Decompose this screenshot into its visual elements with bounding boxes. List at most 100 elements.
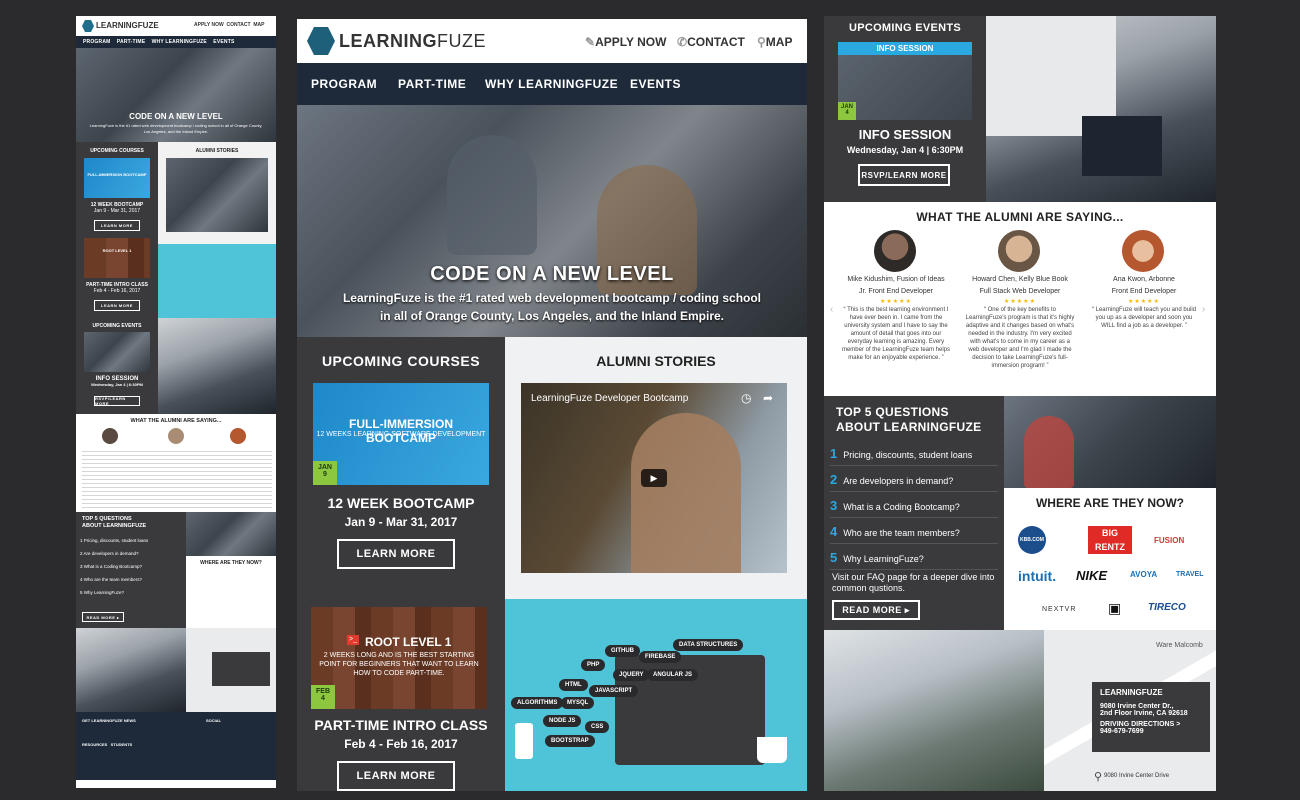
rsvp-button[interactable]: RSVP/LEARN MORE — [858, 164, 950, 186]
video-title: LearningFuze Developer Bootcamp — [531, 393, 689, 404]
logo-tireco: TIRECO — [1148, 602, 1186, 613]
faq-item-5[interactable]: 5 Why LearningFuze? — [830, 546, 998, 570]
alumni-stories-heading: ALUMNI STORIES — [596, 353, 716, 369]
course1-card[interactable]: FULL-IMMERSION BOOTCAMP 12 WEEKS LEARNIN… — [313, 383, 489, 485]
thumb-brand: LEARNINGFUZE — [96, 21, 159, 30]
logo-travel: TRAVEL — [1176, 571, 1204, 578]
thumb-rsvp[interactable]: RSVP/LEARN MORE — [94, 396, 140, 406]
testimonial-1-name: Mike Kidushim, Fusion of Ideas — [847, 276, 945, 283]
event-card[interactable]: INFO SESSION JAN 4 — [838, 42, 972, 120]
nav-why[interactable]: WHY LEARNINGFUZE — [485, 77, 618, 91]
faq-item-2[interactable]: 2 Are developers in demand? — [830, 468, 998, 492]
thumb-course2-title: PART-TIME INTRO CLASS Feb 4 - Feb 16, 201… — [86, 282, 148, 294]
bubble-jquery: JQUERY — [613, 669, 650, 681]
brand-name[interactable]: LEARNINGFUZE — [339, 31, 486, 52]
thumb-footer: GET LEARNINGFUZE NEWS SOCIAL RESOURCES S… — [76, 712, 276, 780]
bubble-github: GITHUB — [605, 645, 640, 657]
site-header: LEARNINGFUZE ✎APPLY NOW ✆CONTACT ⚲MAP — [297, 19, 807, 63]
logo-square: ▣ — [1108, 600, 1122, 616]
thumb-hero: CODE ON A NEW LEVEL LearningFuze is the … — [76, 48, 276, 142]
faq-item-4[interactable]: 4 Who are the team members? — [830, 520, 998, 544]
bubble-css: CSS — [585, 721, 610, 733]
hero-banner: CODE ON A NEW LEVEL LearningFuze is the … — [297, 105, 807, 337]
terminal-icon: >_ — [347, 635, 359, 645]
avatar-3 — [1122, 230, 1164, 272]
course2-title: PART-TIME INTRO CLASS — [314, 717, 488, 733]
share-icon[interactable]: ➦ — [763, 391, 773, 405]
play-button[interactable]: ▶ — [641, 469, 667, 487]
thumb-courses-heading: UPCOMING COURSES — [90, 148, 144, 154]
logo-kbb: KBB.COM — [1018, 526, 1046, 554]
thumb-header: LEARNINGFUZE APPLY NOW CONTACT MAP — [76, 16, 276, 36]
course2-card[interactable]: >_ ROOT LEVEL 1 2 WEEKS LONG AND IS THE … — [311, 607, 487, 709]
nav-part-time[interactable]: PART-TIME — [398, 77, 466, 91]
testimonial-1-role: Jr. Front End Developer — [859, 288, 933, 295]
testimonial-2-name: Howard Chen, Kelly Blue Book — [972, 276, 1068, 283]
location-phone[interactable]: 949-679-7699 — [1100, 728, 1202, 735]
thumb-where-heading: WHERE ARE THEY NOW? — [200, 560, 262, 566]
testimonial-3-role: Front End Developer — [1111, 288, 1177, 295]
faq-num-3: 3 — [830, 498, 838, 513]
course1-date-badge: JAN 9 — [313, 461, 337, 485]
building-photo — [824, 630, 1044, 791]
thumb-alumni-heading: ALUMNI STORIES — [195, 148, 239, 154]
logo-nextvr: NEXTVR — [1042, 606, 1077, 613]
bubble-firebase: FIREBASE — [639, 651, 682, 663]
nav-program[interactable]: PROGRAM — [311, 77, 377, 91]
logo-fusion: FUSION — [1154, 536, 1185, 545]
center-column: LEARNINGFUZE ✎APPLY NOW ✆CONTACT ⚲MAP PR… — [297, 19, 807, 791]
bubble-bootstrap: BOOTSTRAP — [545, 735, 595, 747]
logo-avoya: AVOYA — [1130, 570, 1158, 579]
testimonial-2-role: Full Stack Web Developer — [979, 288, 1061, 295]
thumb-events-photo — [158, 318, 276, 414]
testimonial-2-quote: “ One of the key benefits to LearningFuz… — [965, 307, 1075, 369]
nav-events[interactable]: EVENTS — [630, 77, 681, 91]
faq-item-1[interactable]: 1 Pricing, discounts, student loans — [830, 442, 998, 466]
event-card-label: INFO SESSION — [838, 42, 972, 55]
thumb-learn-more-1[interactable]: LEARN MORE — [94, 220, 140, 231]
thumb-course2-card: ROOT LEVEL 1 — [84, 238, 150, 278]
bubble-node: NODE JS — [543, 715, 582, 727]
bubble-data-structures: DATA STRUCTURES — [673, 639, 744, 651]
faq-heading-2: ABOUT LEARNINGFUZE — [836, 420, 982, 434]
thumb-footer-news: GET LEARNINGFUZE NEWS — [82, 718, 136, 723]
testimonial-2-stars: ★★★★★ — [1004, 299, 1036, 305]
brand-part-a: LEARNING — [339, 31, 437, 51]
clock-icon[interactable]: ◷ — [741, 391, 751, 405]
phone-icon: ✆ — [677, 35, 688, 49]
bubble-mysql: MYSQL — [561, 697, 595, 709]
event-date-badge: JAN 4 — [838, 102, 856, 120]
thumb-building — [76, 628, 186, 712]
alumni-saying-heading: WHAT THE ALUMNI ARE SAYING... — [916, 210, 1124, 224]
thumb-video[interactable] — [166, 158, 268, 232]
location-map[interactable]: Ware Malcomb LEARNINGFUZE 9080 Irvine Ce… — [1044, 630, 1216, 791]
map-link[interactable]: ⚲MAP — [757, 35, 792, 49]
events-heading: UPCOMING EVENTS — [848, 22, 962, 34]
courses-heading: UPCOMING COURSES — [321, 353, 481, 369]
thumb-quotes — [82, 448, 272, 508]
read-more-button[interactable]: READ MORE ▸ — [832, 600, 920, 620]
thumb-course1-title: 12 WEEK BOOTCAMP Jan 9 - Mar 31, 2017 — [90, 202, 144, 214]
thumb-links[interactable]: APPLY NOW CONTACT MAP — [194, 22, 264, 28]
driving-directions-link[interactable]: DRIVING DIRECTIONS > — [1100, 721, 1202, 728]
bubble-html: HTML — [559, 679, 588, 691]
course2-learn-more-button[interactable]: LEARN MORE — [337, 761, 455, 791]
presenter — [631, 413, 741, 573]
faq-photo — [1004, 396, 1216, 488]
contact-link[interactable]: ✆CONTACT — [677, 35, 745, 49]
course1-learn-more-button[interactable]: LEARN MORE — [337, 539, 455, 569]
thumb-map[interactable] — [186, 628, 276, 712]
video-player[interactable]: LearningFuze Developer Bootcamp ◷ ➦ ▶ — [521, 383, 787, 573]
thumb-read-more[interactable]: READ MORE ▸ — [82, 612, 124, 622]
hero-subtitle-2: in all of Orange County, Los Angeles, an… — [379, 309, 725, 323]
faq-section: TOP 5 QUESTIONS ABOUT LEARNINGFUZE 1 Pric… — [824, 396, 1004, 630]
faq-item-3[interactable]: 3 What is a Coding Bootcamp? — [830, 494, 998, 518]
course1-card-sub: 12 WEEKS LEARNING SOFTWARE DEVELOPMENT — [316, 431, 486, 438]
thumb-avatar-2 — [168, 428, 184, 444]
thumb-faq-list[interactable]: 1 Pricing, discounts, student loans 2 Are… — [80, 534, 148, 599]
thumb-learn-more-2[interactable]: LEARN MORE — [94, 300, 140, 311]
logo-icon[interactable] — [307, 27, 335, 55]
avatar-2 — [998, 230, 1040, 272]
apply-now-link[interactable]: ✎APPLY NOW — [585, 35, 666, 49]
carousel-prev-icon[interactable]: ‹ — [830, 304, 833, 315]
